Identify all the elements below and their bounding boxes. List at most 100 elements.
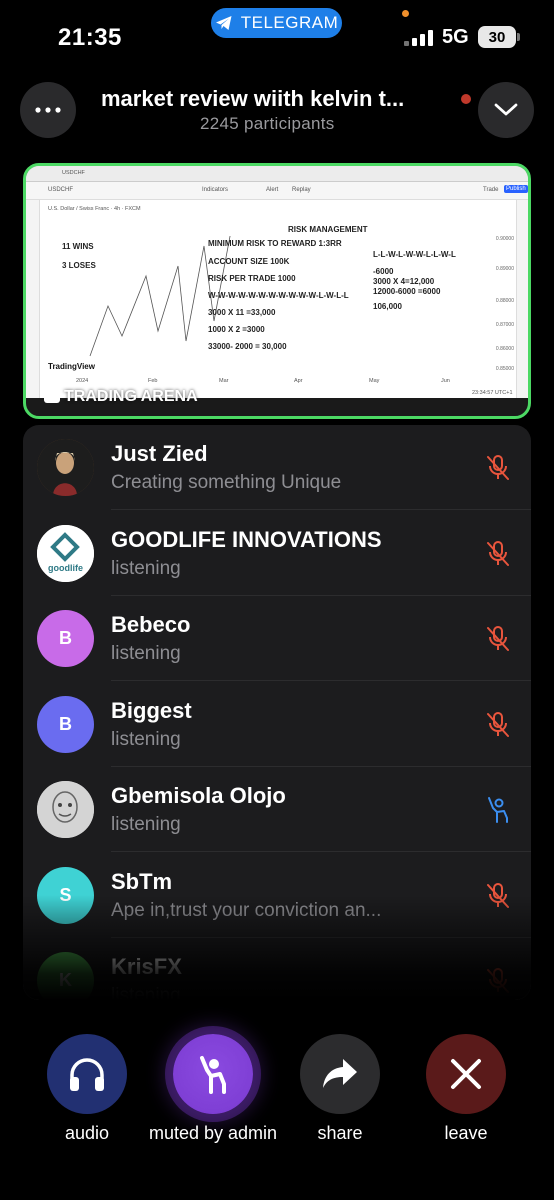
camera-icon [44, 391, 60, 403]
share-arrow-icon [323, 1059, 357, 1088]
pair-tab: USDCHF [62, 170, 85, 176]
avatar: goodlife [37, 524, 94, 582]
calc-2: 1000 X 2 =3000 [208, 325, 265, 334]
calc-3: 33000- 2000 = 30,000 [208, 342, 287, 351]
muted-by-admin-label: muted by admin [148, 1123, 278, 1143]
telegram-pill-label: TELEGRAM [240, 13, 339, 32]
participant-row[interactable]: B Biggest listening [23, 682, 531, 767]
participant-row[interactable]: Gbemisola Olojo listening [23, 767, 531, 852]
avatar-letter: B [59, 628, 72, 648]
avatar-letter: B [59, 713, 72, 734]
audio-label: audio [64, 1123, 110, 1143]
browser-bar: USDCHF [26, 166, 528, 182]
leave-label: leave [444, 1123, 488, 1143]
participant-status: listening [111, 814, 181, 835]
muted-by-admin-button[interactable] [173, 1034, 253, 1114]
avatar: S [37, 866, 94, 924]
participant-status: listening [111, 985, 181, 1000]
status-bar: 21:35 TELEGRAM 5G 30 [0, 0, 554, 70]
chart-toolbar: USDCHF Indicators Alert Replay Trade Pub… [26, 182, 528, 200]
headphones-icon [70, 1058, 104, 1091]
call-title: market review wiith kelvin t... [101, 86, 405, 111]
participants-count: 2245 participants [200, 114, 335, 133]
mic-muted-icon[interactable] [485, 882, 511, 910]
x-label: 2024 [76, 378, 89, 384]
price-tick: 0.85000 [495, 366, 514, 372]
participant-name: KrisFX [111, 954, 182, 979]
network-type: 5G [442, 26, 469, 48]
participant-status: listening [111, 643, 181, 664]
tradingview-logo: TradingView [48, 362, 95, 371]
mic-muted-icon[interactable] [485, 967, 511, 995]
telegram-return-pill[interactable]: TELEGRAM [211, 8, 342, 38]
price-tick: 0.88000 [495, 298, 514, 304]
toolbar-replay: Replay [292, 187, 311, 193]
instrument-label: U.S. Dollar / Swiss Franc · 4h · FXCM [48, 206, 141, 212]
price-tick: 0.86000 [495, 346, 514, 352]
more-icon [35, 107, 61, 113]
avatar [37, 781, 94, 838]
shared-screen: USDCHF USDCHF Indicators Alert Replay Tr… [26, 166, 528, 398]
participant-status: listening [111, 557, 181, 579]
participant-row[interactable]: S SbTm Ape in,trust your conviction an... [23, 853, 531, 938]
participant-status: Creating something Unique [111, 472, 342, 493]
price-tick: 0.90000 [495, 236, 514, 242]
participant-row[interactable]: B Bebeco listening [23, 596, 531, 681]
raised-hand-icon[interactable] [485, 796, 511, 824]
avatar-image [37, 439, 94, 496]
raised-hand-icon [200, 1056, 226, 1094]
drawing-tools [26, 200, 40, 398]
battery-level: 30 [488, 28, 506, 46]
toolbar-symbol: USDCHF [48, 187, 73, 193]
leave-button[interactable] [426, 1034, 506, 1114]
audio-button[interactable] [47, 1034, 127, 1114]
svg-text:goodlife: goodlife [48, 563, 83, 573]
participant-row[interactable]: Just Zied Creating something Unique [23, 425, 531, 510]
right-panel-tools [516, 200, 528, 398]
participant-name: GOODLIFE INNOVATIONS [111, 526, 382, 552]
participant-name: Just Zied [111, 441, 208, 466]
battery-tip [517, 33, 520, 41]
battery-icon: 30 [478, 26, 516, 48]
mic-muted-icon[interactable] [485, 625, 511, 653]
avatar-letter: S [59, 884, 72, 905]
signal-icon [404, 30, 433, 46]
participant-row[interactable]: K KrisFX listening [23, 938, 531, 1000]
calc-7: 106,000 [373, 302, 402, 311]
calc-1: 3000 X 11 =33,000 [208, 308, 276, 317]
toolbar-publish: Publish [504, 185, 528, 193]
x-label: Jun [441, 378, 450, 384]
video-owner-name: TRADING ARENA [64, 388, 198, 405]
video-tile[interactable]: USDCHF USDCHF Indicators Alert Replay Tr… [23, 163, 531, 419]
participant-status: listening [111, 728, 181, 750]
more-button[interactable] [20, 82, 76, 138]
participant-name: Gbemisola Olojo [111, 783, 286, 808]
goodlife-logo-icon: goodlife [37, 524, 94, 582]
avatar-letter: K [59, 970, 72, 990]
mic-in-use-indicator [402, 10, 409, 17]
participant-list[interactable]: Just Zied Creating something Unique goodli… [23, 425, 531, 1000]
chevron-down-icon [494, 103, 518, 116]
sequence-2: L-L-W-L-W-W-L-L-W-L [373, 250, 456, 259]
video-label: TRADING ARENA [44, 388, 198, 406]
collapse-button[interactable] [478, 82, 534, 138]
participant-name: Bebeco [111, 612, 191, 637]
avatar: B [37, 695, 94, 753]
toolbar-alert: Alert [266, 187, 279, 193]
participant-status: Ape in,trust your conviction an... [111, 899, 382, 921]
x-label: May [369, 378, 380, 384]
calc-5: 3000 X 4=12,000 [373, 277, 435, 286]
chart-clock: 23:34:57 UTC+1 [472, 390, 513, 396]
share-button[interactable] [300, 1034, 380, 1114]
avatar [37, 439, 94, 496]
participant-row[interactable]: goodlife GOODLIFE INNOVATIONS listening [23, 511, 531, 596]
calc-6: 12000-6000 =6000 [373, 287, 441, 296]
calc-4: -6000 [373, 267, 394, 276]
x-label: Apr [294, 378, 303, 384]
participant-name: Biggest [111, 697, 192, 723]
mic-muted-icon[interactable] [485, 454, 511, 482]
avatar: K [37, 952, 94, 1000]
mic-muted-icon[interactable] [485, 711, 511, 739]
loses-count: 3 LOSES [62, 261, 96, 270]
mic-muted-icon[interactable] [485, 540, 511, 568]
